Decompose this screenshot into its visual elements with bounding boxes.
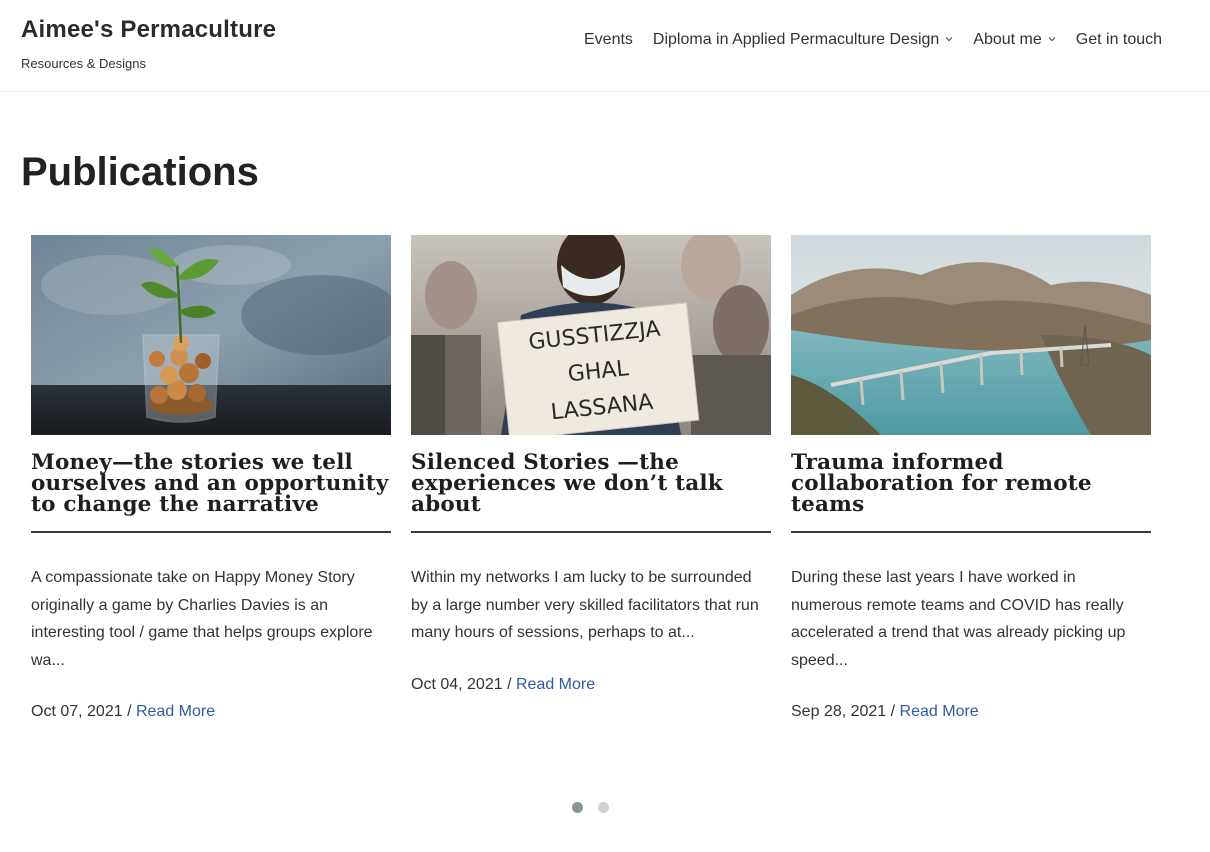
post-date: Sep 28, 2021 [791, 703, 887, 720]
post-title-link[interactable]: Trauma informed collaboration for remote… [791, 452, 1151, 533]
nav-item-label: Get in touch [1075, 31, 1163, 48]
post-meta: Oct 07, 2021 / Read More [31, 703, 391, 721]
page-title: Publications [21, 150, 259, 194]
slider-dot-2[interactable] [598, 802, 609, 813]
publications-slider: Money—the stories we tell ourselves and … [31, 235, 1201, 775]
protest-sign-image[interactable]: GUSSTIZZJA GHAL LASSANA [411, 235, 771, 435]
meta-separator: / [890, 703, 900, 720]
nav-item-label: Diploma in Applied Permaculture Design [652, 31, 940, 48]
post-title-link[interactable]: Silenced Stories —the experiences we don… [411, 452, 771, 533]
chevron-down-icon[interactable] [1048, 35, 1056, 43]
read-more-link[interactable]: Read More [516, 676, 595, 693]
post-card: Trauma informed collaboration for remote… [791, 235, 1151, 721]
post-meta: Sep 28, 2021 / Read More [791, 703, 1151, 721]
nav-item-about-me[interactable]: About me [973, 31, 1056, 49]
post-excerpt: During these last years I have worked in… [791, 569, 1126, 669]
post-date: Oct 04, 2021 [411, 675, 503, 693]
post-excerpt: A compassionate take on Happy Money Stor… [31, 569, 373, 669]
post-excerpt: Within my networks I am lucky to be surr… [411, 569, 759, 641]
reservoir-bridge-image[interactable] [791, 235, 1151, 435]
nav-item-label: Events [584, 31, 633, 48]
slider-pagination [572, 802, 624, 813]
post-title-link[interactable]: Money—the stories we tell ourselves and … [31, 452, 391, 533]
money-jar-plant-image[interactable] [31, 235, 391, 435]
meta-separator: / [507, 675, 516, 693]
nav-item-events[interactable]: Events [584, 31, 633, 49]
site-title-link[interactable]: Aimee's Permaculture [21, 16, 276, 44]
slider-dot-1[interactable] [572, 802, 583, 813]
read-more-link[interactable]: Read More [900, 703, 979, 720]
site-branding: Aimee's Permaculture Resources & Designs [21, 16, 276, 71]
site-tagline: Resources & Designs [21, 56, 146, 71]
read-more-link[interactable]: Read More [136, 703, 215, 720]
post-card: GUSSTIZZJA GHAL LASSANA Silenced Stories… [411, 235, 771, 694]
nav-item-get-in-touch[interactable]: Get in touch [1076, 31, 1162, 49]
post-date: Oct 07, 2021 [31, 703, 123, 720]
meta-separator: / [127, 703, 136, 720]
primary-navigation: Events Diploma in Applied Permaculture D… [584, 31, 1162, 49]
nav-item-diploma[interactable]: Diploma in Applied Permaculture Design [653, 31, 953, 49]
post-meta: Oct 04, 2021 / Read More [411, 676, 771, 694]
post-card: Money—the stories we tell ourselves and … [31, 235, 391, 721]
site-header: Aimee's Permaculture Resources & Designs… [0, 0, 1210, 92]
nav-item-label: About me [973, 31, 1042, 48]
chevron-down-icon[interactable] [945, 35, 953, 43]
